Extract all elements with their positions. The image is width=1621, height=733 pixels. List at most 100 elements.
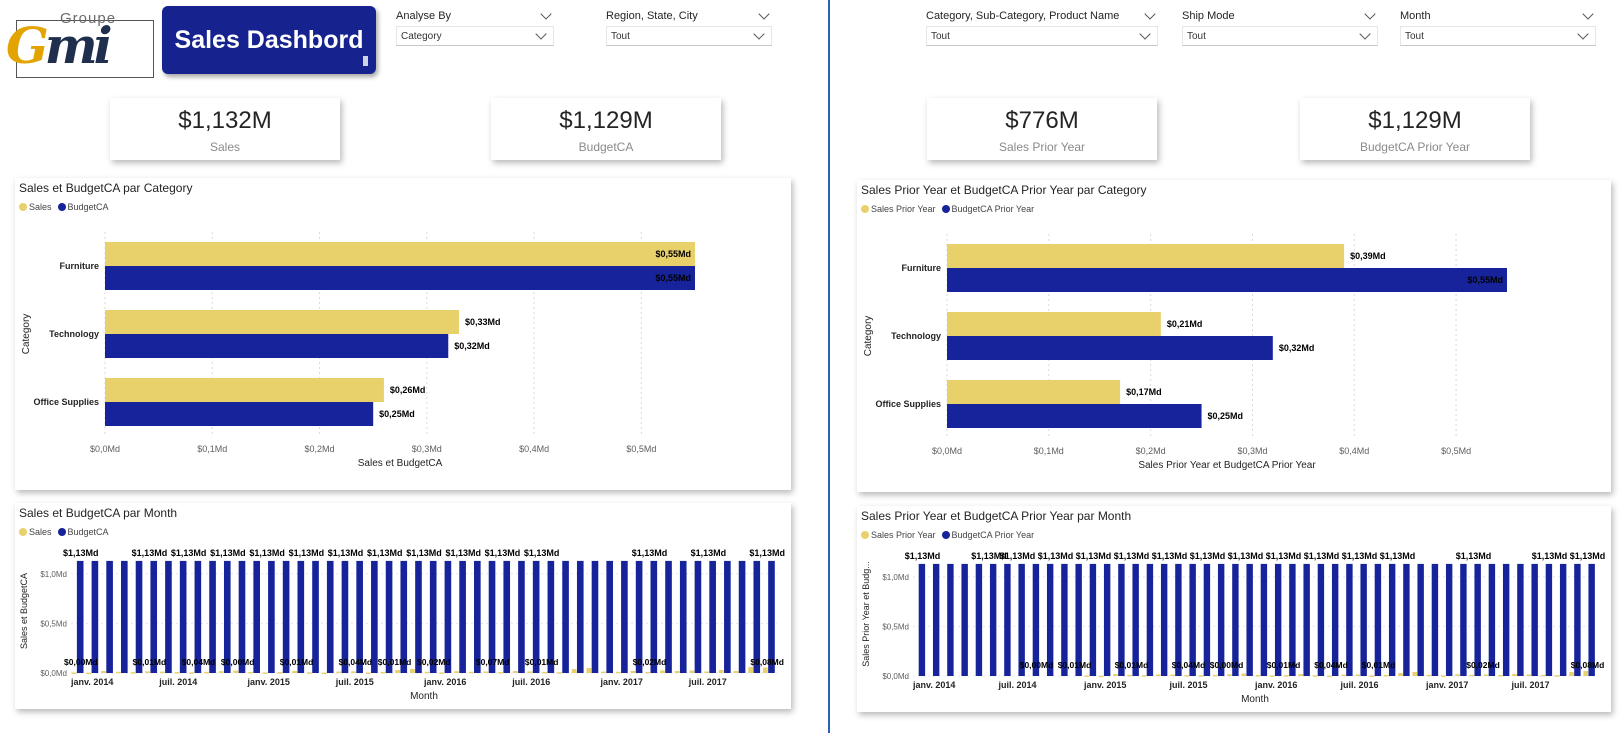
bar-sales (1369, 675, 1375, 677)
bar-budget (961, 563, 968, 676)
x-tick-label: janv. 2014 (912, 680, 955, 690)
bar-sales (130, 672, 136, 674)
bar-budget (932, 563, 940, 676)
y-tick-label: $0,0Md (882, 672, 909, 681)
data-label: $0,01Md (1267, 660, 1301, 670)
slicer-ship-mode[interactable]: Ship Mode Tout (1182, 6, 1378, 46)
data-label: $0,02Md (633, 657, 667, 667)
bar-sales (1540, 674, 1546, 677)
bar-budgetca-prior-year (947, 404, 1202, 428)
slicer-dropdown[interactable]: Tout (926, 26, 1158, 46)
company-logo: Groupe Gmi (6, 8, 154, 78)
chart-prior-year-by-category[interactable]: Sales Prior Year et BudgetCA Prior Year … (857, 180, 1611, 492)
bar-sales (1583, 671, 1589, 676)
data-label: $1,13Md (289, 548, 325, 558)
bar-sales (365, 672, 371, 674)
bar-budget (106, 560, 113, 673)
data-label: $0,01Md (378, 657, 412, 667)
bar-sales (630, 671, 636, 673)
bar-sales (674, 671, 680, 673)
data-label: $1,13Md (1456, 551, 1492, 561)
chevron-down-icon[interactable] (540, 8, 552, 20)
kpi-card-budgetca: $1,129M BudgetCA (491, 98, 721, 160)
chart-svg[interactable]: $0,0Md $0,5Md $1,0Md Sales et BudgetCA janv.… (15, 503, 791, 709)
x-tick-label: juil. 2016 (511, 677, 550, 687)
chevron-down-icon[interactable] (1144, 8, 1156, 20)
data-label: $1,13Md (1114, 551, 1150, 561)
slicer-label: Ship Mode (1182, 10, 1235, 22)
data-label: $1,13Md (1038, 551, 1074, 561)
chart-svg[interactable]: $0,0Md $0,1Md $0,2Md $0,3Md $0,4Md $0,5MdSale… (15, 178, 791, 490)
bar-budget (591, 560, 599, 673)
chevron-down-icon[interactable] (1577, 28, 1589, 40)
dashboard-title: Sales Dashbord (174, 25, 364, 54)
bar-sales (1326, 675, 1332, 678)
kpi-label: BudgetCA Prior Year (1359, 140, 1471, 154)
data-label: $1,13Md (1532, 551, 1568, 561)
x-tick-label: janv. 2015 (247, 677, 290, 687)
chevron-down-icon[interactable] (758, 8, 770, 20)
y-tick-label: $1,0Md (40, 570, 67, 579)
chevron-down-icon[interactable] (1582, 8, 1594, 20)
chevron-down-icon[interactable] (1364, 8, 1376, 20)
slicer-value: Tout (931, 30, 950, 42)
data-label: $0,17Md (1126, 387, 1162, 397)
data-label: $0,32Md (454, 341, 490, 351)
data-label: $0,21Md (1167, 319, 1203, 329)
chevron-down-icon[interactable] (1359, 28, 1371, 40)
data-label: $0,02Md (417, 657, 451, 667)
bar-sales (512, 671, 518, 673)
slicer-dropdown[interactable]: Tout (1182, 26, 1378, 46)
x-tick-label: $0,3Md (412, 444, 442, 454)
data-label: $0,04Md (1172, 660, 1206, 670)
slicer-label: Analyse By (396, 10, 452, 22)
bar-sales (1383, 674, 1389, 677)
bar-sales (1284, 675, 1289, 677)
bar-sales-prior-year (947, 380, 1121, 404)
bar-sales (307, 672, 312, 674)
bar-sales (468, 671, 474, 674)
chart-sales-budget-by-month[interactable]: Sales et BudgetCA par Month Sales Budget… (15, 503, 791, 709)
slicer-dropdown[interactable]: Category (396, 26, 554, 46)
slicer-dropdown[interactable]: Tout (1400, 26, 1596, 46)
bar-sales (71, 672, 77, 675)
bar-budget (1531, 563, 1538, 676)
chart-svg[interactable]: $0,0Md$0,5Md$1,0MdSales Prior Year et Bu… (857, 506, 1611, 712)
x-tick-label: $0,2Md (305, 444, 335, 454)
bar-budget (562, 560, 569, 673)
x-axis-title: Month (1241, 694, 1269, 705)
category-label: Technology (891, 331, 941, 341)
bar-sales (1184, 675, 1190, 677)
bar-sales (1440, 675, 1446, 677)
data-label: $1,13Md (328, 548, 364, 558)
bar-sales (527, 671, 533, 673)
y-tick-label: $0,5Md (882, 622, 909, 631)
dashboard-title-button[interactable]: Sales Dashbord (162, 6, 376, 74)
chart-sales-budget-by-category[interactable]: Sales et BudgetCA par Category Sales Bud… (15, 178, 791, 490)
slicer-month[interactable]: Month Tout (1400, 6, 1596, 46)
chart-svg[interactable]: $0,0Md $0,1Md $0,2Md $0,3Md $0,4Md $0,5MdSale… (857, 180, 1611, 492)
bar-sales (1084, 675, 1090, 678)
chevron-down-icon[interactable] (1139, 28, 1151, 40)
bar-budget (1502, 563, 1510, 676)
bar-budget (121, 560, 128, 673)
chevron-down-icon[interactable] (535, 28, 547, 40)
slicer-category-subcategory-product[interactable]: Category, Sub-Category, Product Name Tou… (926, 6, 1158, 46)
data-label: $0,01Md (525, 657, 559, 667)
data-label: $0,08Md (1571, 660, 1605, 670)
chart-prior-year-by-month[interactable]: Sales Prior Year et BudgetCA Prior Year … (857, 506, 1611, 712)
slicer-region-state-city[interactable]: Region, State, City Tout (606, 6, 772, 46)
bar-sales (145, 671, 150, 673)
slicer-value: Tout (611, 30, 630, 42)
bar-sales (1098, 675, 1104, 678)
slicer-analyse-by[interactable]: Analyse By Category (396, 6, 554, 46)
bar-sales (277, 672, 283, 674)
data-label: $0,00Md (64, 657, 98, 667)
bar-budget (694, 560, 702, 673)
bar-sales (105, 242, 695, 266)
chevron-down-icon[interactable] (753, 28, 765, 40)
bar-sales (542, 671, 548, 674)
x-axis-title: Sales Prior Year et BudgetCA Prior Year (1138, 460, 1316, 471)
bar-sales (380, 671, 386, 674)
slicer-dropdown[interactable]: Tout (606, 26, 772, 46)
